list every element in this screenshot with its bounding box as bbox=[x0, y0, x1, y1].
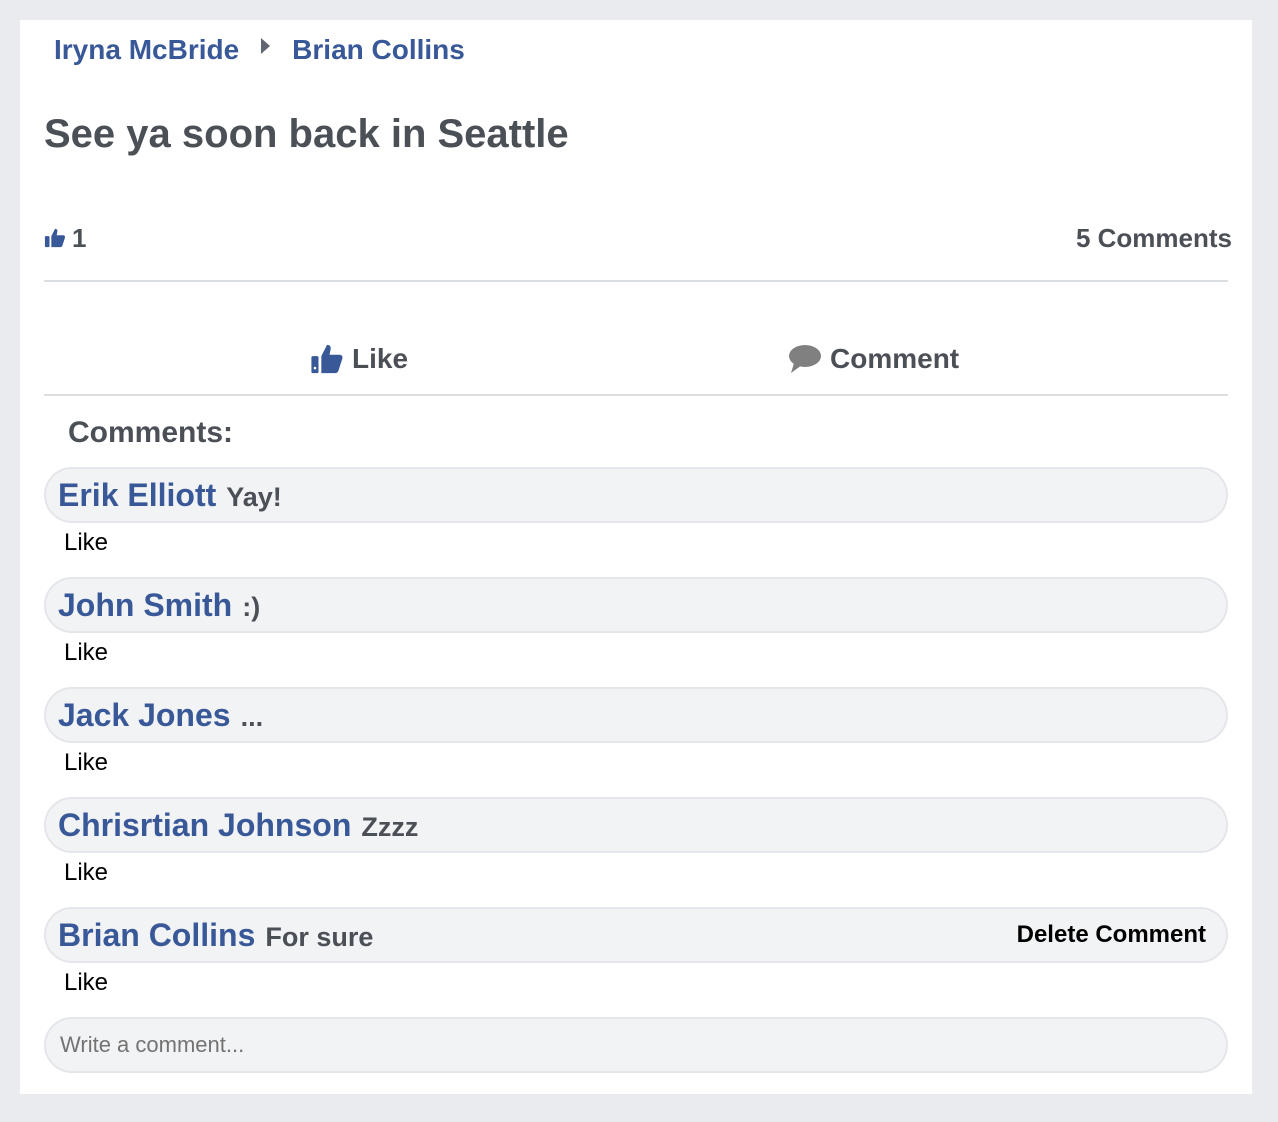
comment-like-link[interactable]: Like bbox=[64, 749, 108, 777]
divider bbox=[44, 280, 1228, 282]
comments-count[interactable]: 5 Comments bbox=[1076, 223, 1232, 254]
comment-author[interactable]: Brian Collins bbox=[58, 917, 255, 954]
comment-author[interactable]: Jack Jones bbox=[58, 697, 231, 734]
comment-like-link[interactable]: Like bbox=[64, 859, 108, 887]
comment-item: Chrisrtian Johnson Zzzz Like bbox=[44, 797, 1228, 907]
comment-bubble: Erik Elliott Yay! bbox=[44, 467, 1228, 523]
comment-text: ... bbox=[240, 701, 264, 732]
comment-item: John Smith :) Like bbox=[44, 577, 1228, 687]
comment-like-link[interactable]: Like bbox=[64, 529, 108, 557]
comment-bubble: Brian Collins For sure Delete Comment bbox=[44, 907, 1228, 963]
comment-bubble: John Smith :) bbox=[44, 577, 1228, 633]
comment-like-link[interactable]: Like bbox=[64, 639, 108, 667]
post-actions: Like Comment bbox=[44, 304, 1228, 414]
comment-button-label: Comment bbox=[830, 343, 960, 374]
comment-bubble: Jack Jones ... bbox=[44, 687, 1228, 743]
comment-bubble: Chrisrtian Johnson Zzzz bbox=[44, 797, 1228, 853]
comment-author[interactable]: John Smith bbox=[58, 587, 232, 624]
caret-right-icon bbox=[261, 38, 271, 54]
thumbs-up-icon bbox=[310, 342, 344, 376]
delete-comment-button[interactable]: Delete Comment bbox=[1017, 921, 1206, 949]
thumbs-up-icon bbox=[44, 227, 66, 249]
breadcrumb-from-user[interactable]: Iryna McBride bbox=[54, 34, 239, 66]
like-count-value: 1 bbox=[72, 222, 87, 253]
like-button-label: Like bbox=[352, 343, 409, 374]
post-title: See ya soon back in Seattle bbox=[44, 112, 569, 156]
breadcrumb-to-user[interactable]: Brian Collins bbox=[292, 34, 465, 66]
comment-item: Jack Jones ... Like bbox=[44, 687, 1228, 797]
divider bbox=[44, 394, 1228, 396]
like-count[interactable]: 1 bbox=[44, 223, 86, 254]
speech-bubble-icon bbox=[788, 344, 822, 374]
comments-list: Erik Elliott Yay! Like John Smith :) Lik… bbox=[44, 467, 1228, 1017]
write-comment-input[interactable] bbox=[44, 1017, 1228, 1073]
comment-like-link[interactable]: Like bbox=[64, 969, 108, 997]
comment-item: Erik Elliott Yay! Like bbox=[44, 467, 1228, 577]
post-card: Iryna McBride Brian Collins See ya soon … bbox=[20, 20, 1252, 1094]
comment-text: :) bbox=[242, 591, 261, 622]
comment-text: Yay! bbox=[226, 481, 282, 512]
breadcrumb: Iryna McBride Brian Collins bbox=[54, 32, 465, 68]
post-stats: 1 5 Comments bbox=[44, 220, 1232, 256]
comments-heading: Comments: bbox=[68, 416, 234, 449]
comment-button[interactable]: Comment bbox=[788, 304, 959, 414]
comment-author[interactable]: Chrisrtian Johnson bbox=[58, 807, 351, 844]
comment-item: Brian Collins For sure Delete Comment Li… bbox=[44, 907, 1228, 1017]
like-button[interactable]: Like bbox=[310, 304, 408, 414]
comment-text: For sure bbox=[265, 921, 374, 952]
comment-text: Zzzz bbox=[361, 811, 419, 842]
comment-author[interactable]: Erik Elliott bbox=[58, 477, 216, 514]
